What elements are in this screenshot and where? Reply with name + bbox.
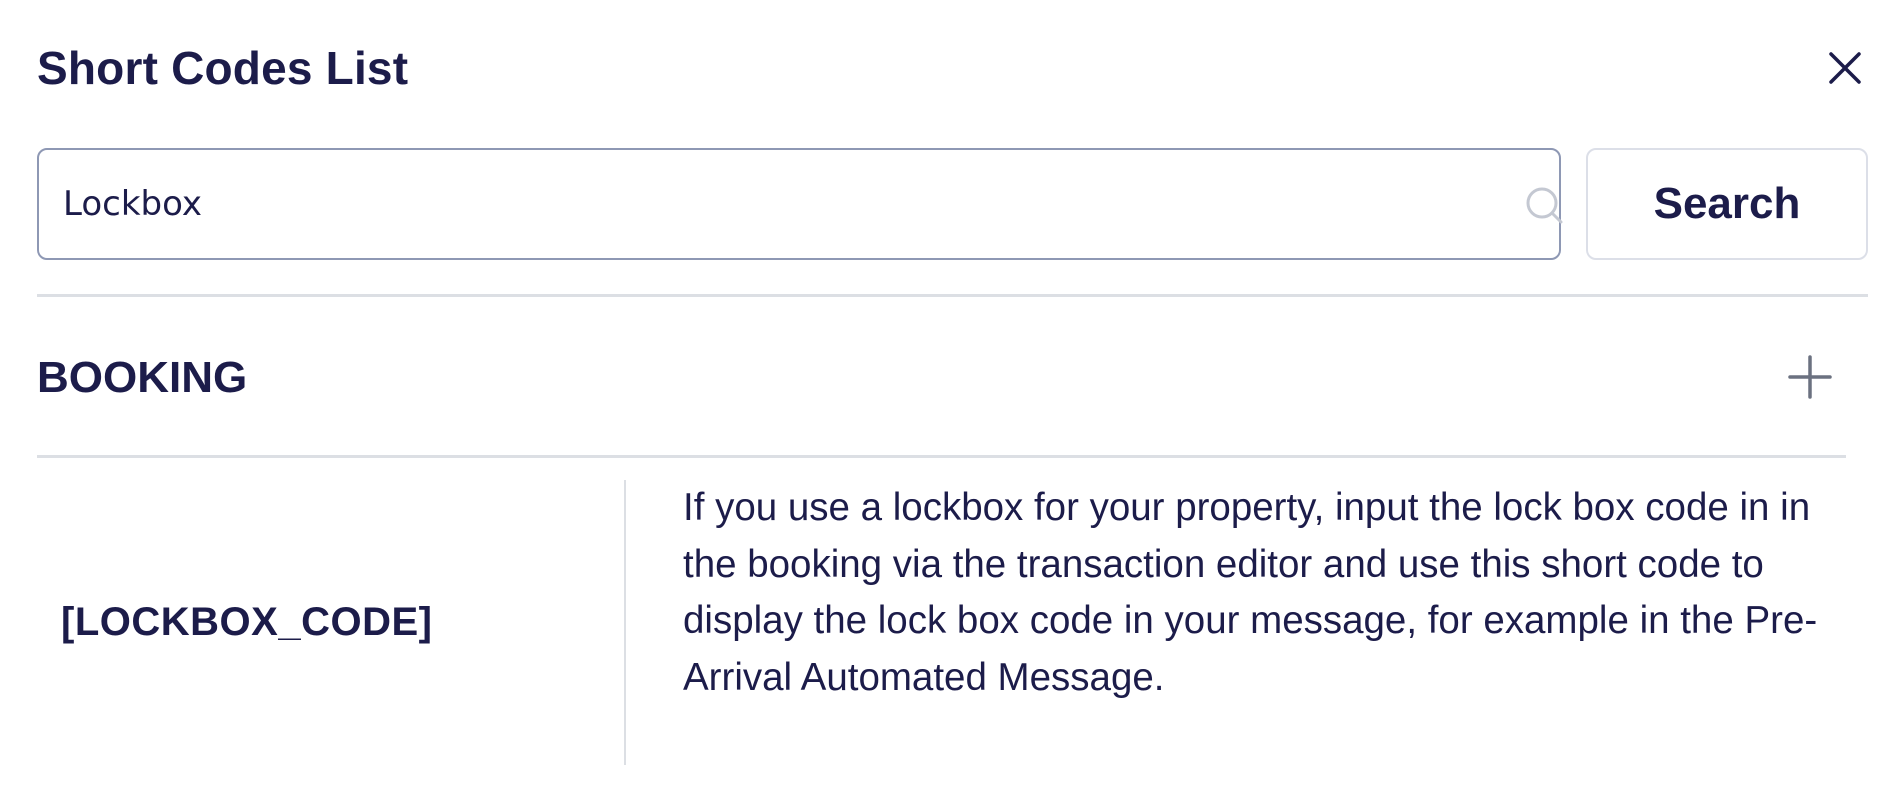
- close-icon[interactable]: [1823, 46, 1867, 90]
- section-header-booking[interactable]: BOOKING: [37, 318, 1868, 438]
- short-code[interactable]: [LOCKBOX_CODE]: [61, 600, 432, 645]
- table-row: [LOCKBOX_CODE] If you use a lockbox for …: [37, 480, 1846, 765]
- short-code-description: If you use a lockbox for your property, …: [683, 486, 1818, 699]
- search-field[interactable]: [37, 148, 1563, 260]
- close-button[interactable]: [1823, 46, 1867, 90]
- dialog-title: Short Codes List: [37, 42, 409, 94]
- divider: [37, 455, 1846, 458]
- column-divider: [624, 480, 626, 765]
- search-input[interactable]: [63, 174, 1443, 234]
- section-title: BOOKING: [37, 353, 248, 402]
- divider: [37, 294, 1868, 297]
- search-button[interactable]: Search: [1586, 148, 1868, 260]
- short-code-cell[interactable]: [LOCKBOX_CODE]: [61, 480, 621, 765]
- search-icon[interactable]: [1523, 184, 1567, 228]
- plus-icon[interactable]: [1786, 353, 1834, 401]
